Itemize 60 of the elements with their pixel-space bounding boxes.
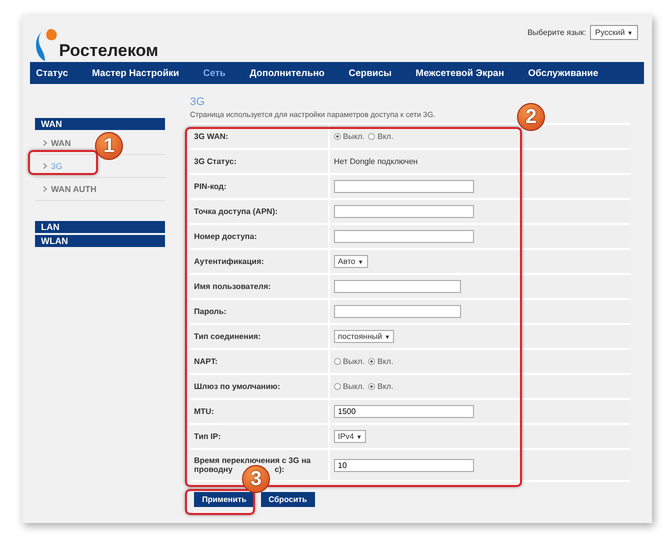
field-label: Номер доступа: [194, 232, 257, 241]
chevron-icon [43, 140, 47, 146]
nav-tab[interactable]: Обслуживание [528, 68, 598, 78]
brand-name: Ростелеком [59, 42, 158, 59]
logo-icon [36, 28, 58, 62]
radio-label: Выкл. [342, 356, 364, 366]
field-label: Аутентификация: [194, 257, 264, 266]
radio-label: Вкл. [377, 382, 394, 390]
chevron-icon [43, 186, 47, 192]
step-badge: 1 [95, 132, 123, 160]
field-label: 3G WAN: [194, 132, 228, 141]
sidebar-section[interactable]: WLAN [35, 235, 165, 247]
field-label: Тип соединения: [194, 332, 261, 341]
field-label: PIN-код: [194, 182, 226, 191]
field-label: MTU: [194, 407, 214, 416]
input-field[interactable]: 1500 [334, 405, 474, 418]
radio-label: Вкл. [377, 356, 394, 366]
radio-button[interactable] [368, 132, 376, 140]
field-label: Шлюз по умолчанию: [194, 382, 280, 391]
nav-tab[interactable]: Межсетевой Экран [416, 68, 504, 78]
nav-tab[interactable]: Дополнительно [250, 68, 325, 78]
nav-tab[interactable]: Статус [36, 68, 68, 78]
apply-button[interactable]: Применить [194, 492, 255, 507]
radio-button[interactable] [334, 358, 341, 364]
input-field[interactable] [334, 205, 474, 218]
field-label: Время переключения с 3G на [194, 456, 311, 465]
sidebar-section[interactable]: WAN [35, 118, 165, 130]
radio-button[interactable] [368, 358, 376, 364]
highlight-frame [28, 150, 98, 175]
step-badge: 2 [517, 103, 545, 131]
sidebar-item[interactable]: WAN [51, 138, 71, 148]
input-field[interactable] [334, 230, 474, 243]
nav-tab[interactable]: Мастер Настройки [92, 68, 180, 78]
field-label: проводну [194, 465, 233, 474]
field-label: Пароль: [194, 307, 226, 316]
radio-button[interactable] [368, 382, 376, 390]
input-field[interactable] [334, 280, 461, 293]
chevron-icon [43, 163, 47, 169]
nav-tab[interactable]: Сервисы [348, 68, 392, 78]
radio-button[interactable] [334, 132, 341, 140]
sidebar-item[interactable]: WAN AUTH [51, 184, 96, 194]
field-label: с): [274, 465, 284, 474]
sidebar-section[interactable]: LAN [35, 221, 165, 233]
field-label: NAPT: [194, 357, 218, 366]
nav-tab[interactable]: Сеть [203, 68, 226, 78]
radio-label: Вкл. [377, 132, 394, 140]
page-title: 3G [190, 96, 206, 108]
field-label: Точка доступа (APN): [194, 207, 278, 216]
radio-button[interactable] [334, 382, 341, 390]
field-label: 3G Статус: [194, 157, 237, 166]
field-label: Тип IP: [194, 432, 221, 441]
radio-label: Выкл. [342, 382, 364, 390]
status-value: Нет Dongle подключен [334, 157, 418, 166]
reset-button[interactable]: Сбросить [260, 492, 315, 507]
input-field[interactable] [334, 180, 474, 193]
radio-label: Выкл. [342, 132, 364, 140]
input-field[interactable]: 10 [334, 458, 474, 472]
input-field[interactable] [334, 305, 461, 318]
language-label: Выберите язык: [527, 28, 586, 37]
field-label: Имя пользователя: [194, 282, 271, 291]
